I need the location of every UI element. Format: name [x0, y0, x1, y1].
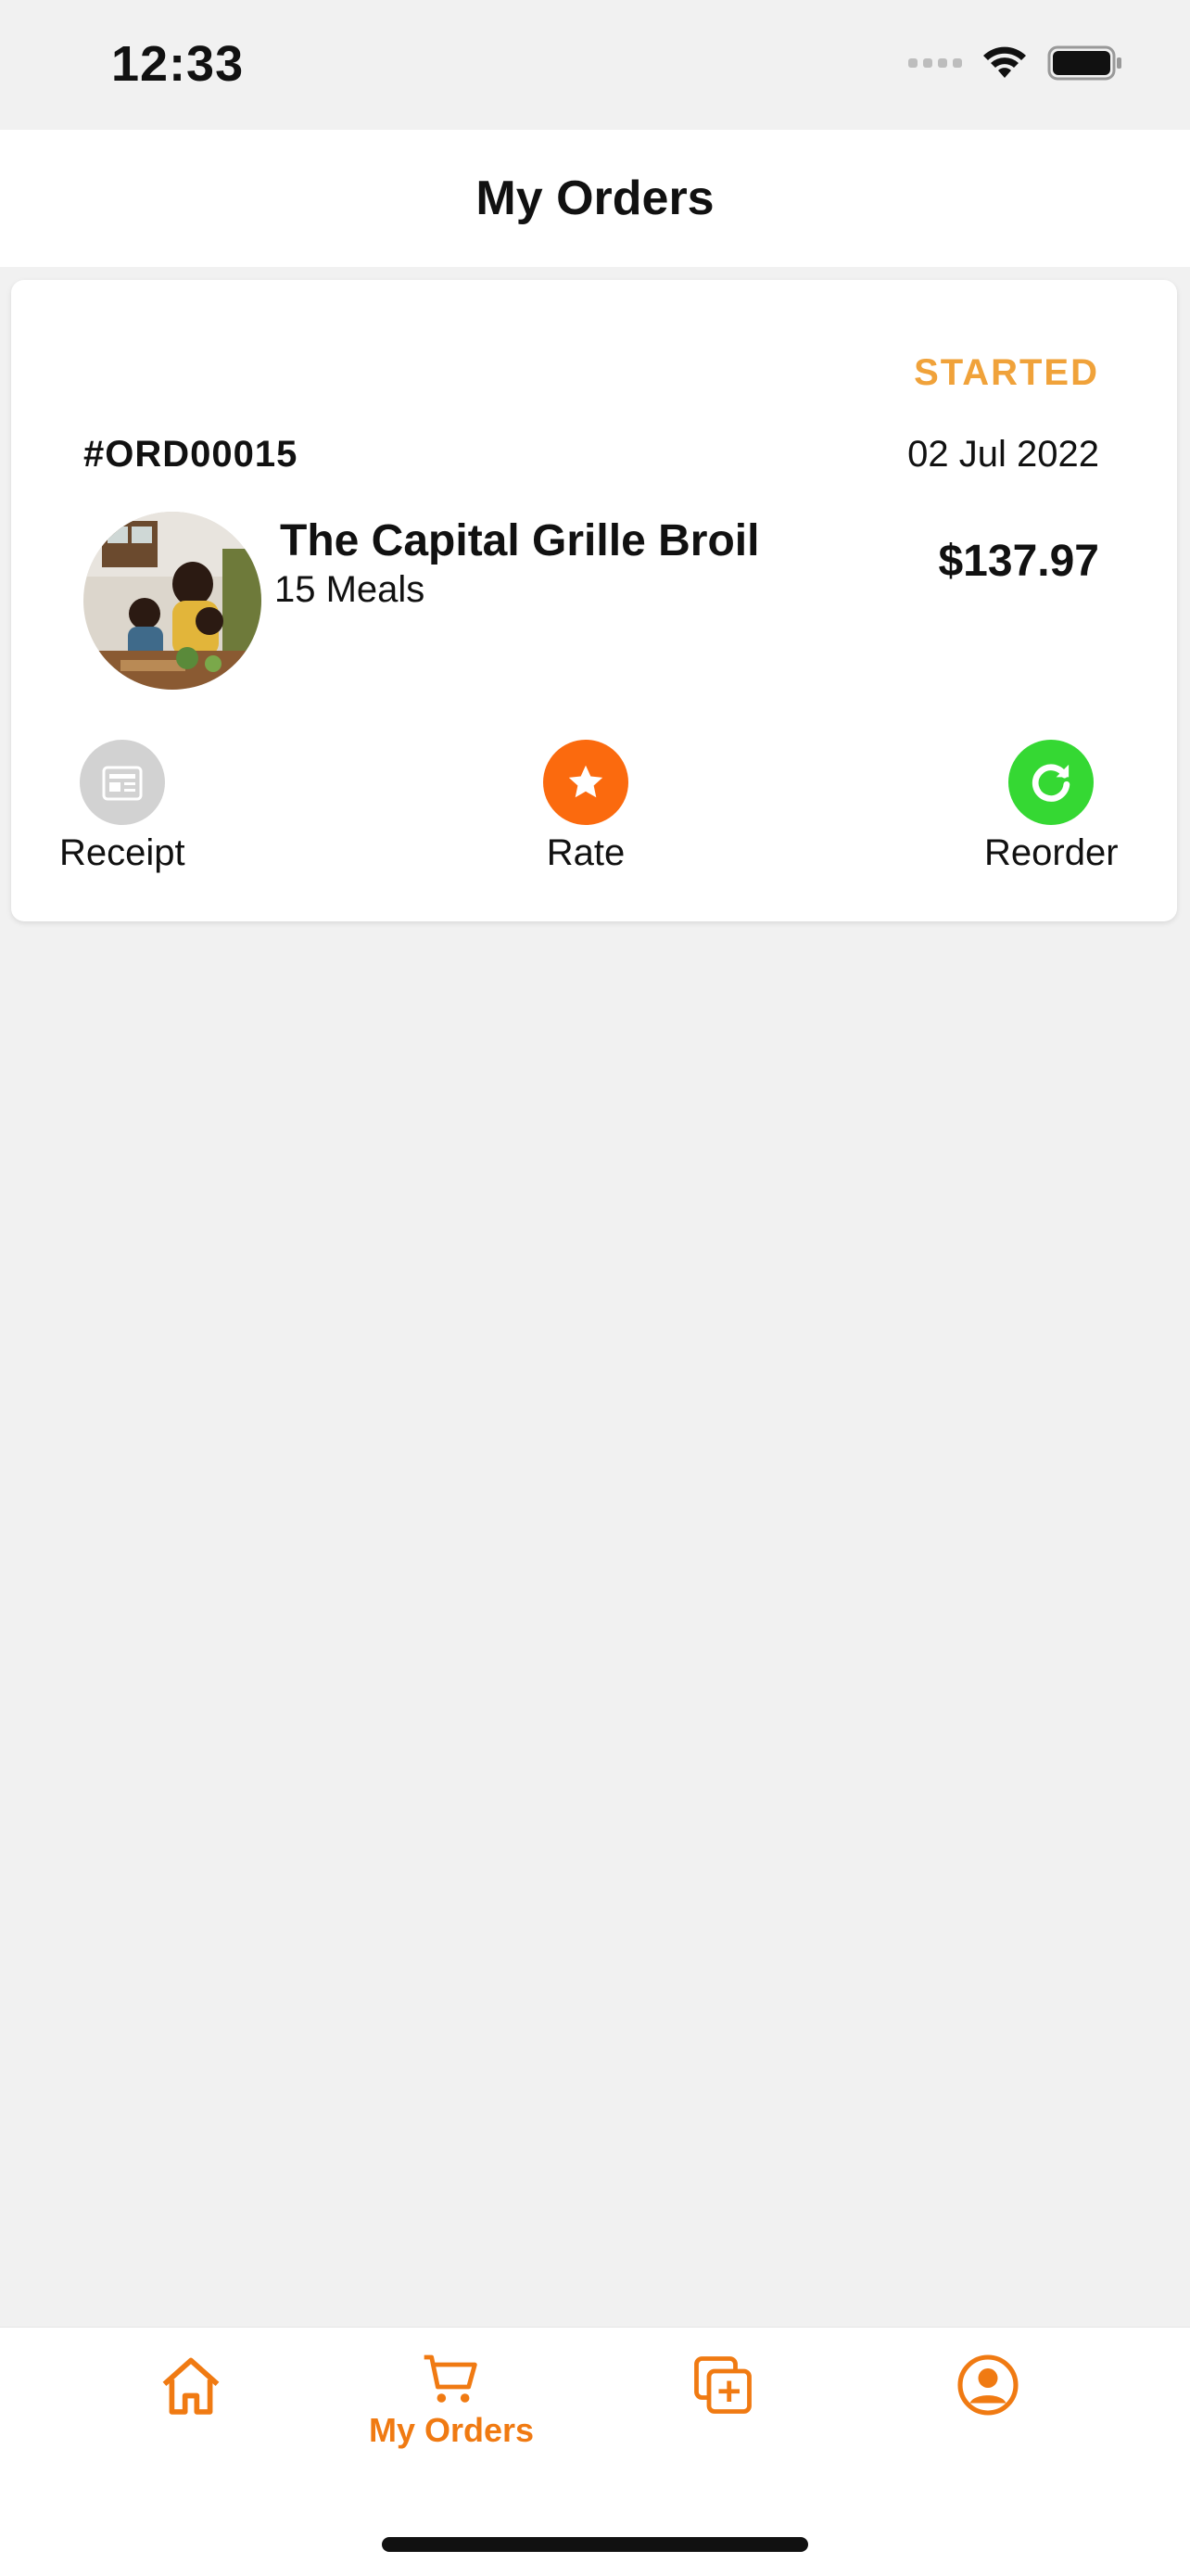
order-status-badge: STARTED	[914, 352, 1099, 393]
reorder-button[interactable]: Reorder	[984, 740, 1119, 874]
rate-button[interactable]: Rate	[543, 740, 628, 874]
receipt-label: Receipt	[59, 832, 185, 873]
status-icons	[908, 44, 1123, 82]
profile-icon	[957, 2354, 1019, 2416]
add-copy-icon	[694, 2356, 752, 2414]
tab-home[interactable]	[156, 2352, 226, 2422]
nav-header: My Orders	[0, 130, 1190, 267]
wifi-icon	[983, 46, 1026, 78]
status-bar: 12:33	[0, 0, 1190, 130]
cart-icon	[424, 2354, 477, 2403]
cellular-signal-icon	[908, 58, 962, 68]
tab-my-orders[interactable]: My Orders	[369, 2352, 534, 2450]
tab-my-orders-label: My Orders	[369, 2411, 535, 2449]
restaurant-name: The Capital Grille Broil	[280, 516, 760, 565]
tab-bar: My Orders	[0, 2327, 1190, 2576]
tab-add[interactable]	[690, 2352, 756, 2418]
restaurant-image	[83, 512, 261, 690]
order-date: 02 Jul 2022	[907, 434, 1099, 475]
battery-icon	[1047, 45, 1121, 81]
refresh-icon	[1008, 740, 1095, 825]
rate-label: Rate	[546, 832, 626, 873]
receipt-button[interactable]: Receipt	[59, 740, 185, 874]
tab-profile[interactable]	[955, 2352, 1021, 2418]
meal-count: 15 Meals	[274, 569, 425, 610]
reorder-label: Reorder	[984, 832, 1119, 873]
order-price: $137.97	[938, 537, 1099, 586]
order-card[interactable]: STARTED #ORD00015 02 Jul 2022 The Capita…	[11, 280, 1177, 921]
receipt-icon	[79, 740, 165, 825]
star-icon	[543, 740, 628, 825]
status-time: 12:33	[111, 36, 245, 92]
home-indicator[interactable]	[382, 2537, 808, 2552]
home-icon	[162, 2357, 220, 2415]
order-id: #ORD00015	[83, 434, 298, 475]
page-title: My Orders	[475, 171, 715, 225]
